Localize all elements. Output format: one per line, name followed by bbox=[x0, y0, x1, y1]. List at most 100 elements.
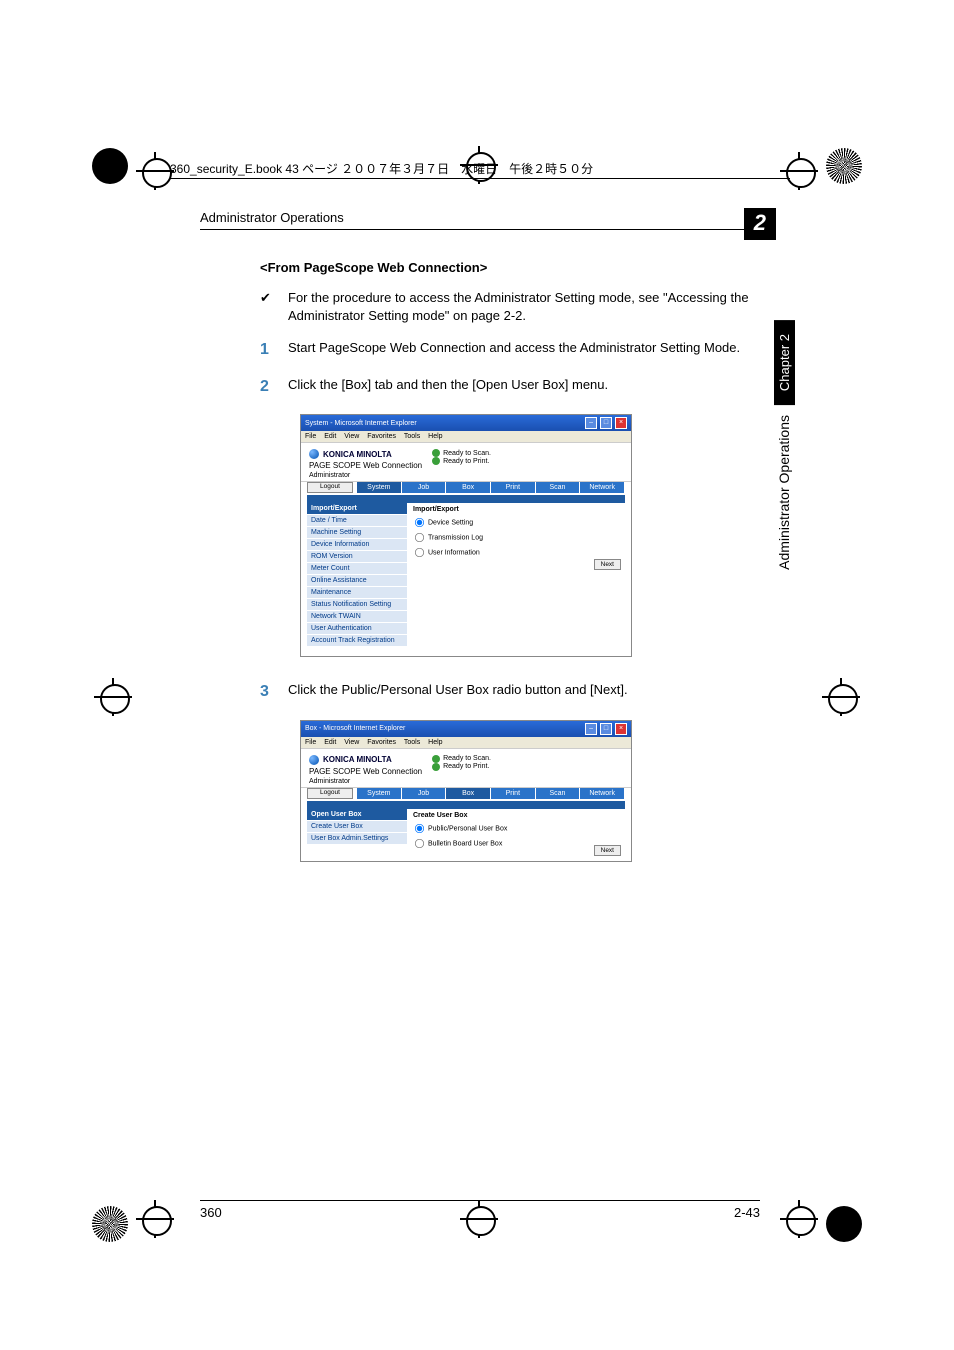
tab-print[interactable]: Print bbox=[491, 788, 536, 799]
menu-file[interactable]: File bbox=[305, 433, 316, 440]
reg-cross-tl bbox=[136, 152, 174, 190]
panel-title: Import/Export bbox=[411, 503, 625, 515]
reg-cross-tr bbox=[780, 152, 818, 190]
menu-file[interactable]: File bbox=[305, 739, 316, 746]
menu-help[interactable]: Help bbox=[428, 739, 442, 746]
tab-box[interactable]: Box bbox=[446, 482, 491, 493]
content-panel: Create User Box Public/Personal User Box… bbox=[411, 809, 625, 851]
tab-system[interactable]: System bbox=[357, 482, 402, 493]
window-buttons: – □ × bbox=[584, 417, 627, 429]
radio-option[interactable]: Transmission Log bbox=[411, 530, 625, 545]
radio-option[interactable]: Public/Personal User Box bbox=[411, 821, 625, 836]
status-ok-icon bbox=[432, 755, 440, 763]
step-2-row: 2 Click the [Box] tab and then the [Open… bbox=[260, 376, 760, 398]
user-role: Administrator bbox=[309, 778, 422, 785]
step-number: 3 bbox=[260, 681, 288, 703]
menu-view[interactable]: View bbox=[344, 739, 359, 746]
sidebar-item[interactable]: Network TWAIN bbox=[307, 610, 407, 622]
tab-box[interactable]: Box bbox=[446, 788, 491, 799]
tab-print[interactable]: Print bbox=[491, 482, 536, 493]
sidebar-item[interactable]: Create User Box bbox=[307, 820, 407, 832]
book-header: 360_security_E.book 43 ページ ２００７年３月７日 水曜日… bbox=[170, 160, 593, 177]
tab-strip bbox=[307, 495, 625, 503]
tab-network[interactable]: Network bbox=[580, 788, 625, 799]
page-side-tab: Chapter 2 Administrator Operations bbox=[774, 320, 796, 570]
reg-cross-mr bbox=[822, 678, 860, 716]
tab-job[interactable]: Job bbox=[402, 788, 447, 799]
minimize-icon[interactable]: – bbox=[585, 723, 597, 735]
maximize-icon[interactable]: □ bbox=[600, 723, 612, 735]
sidebar-item[interactable]: ROM Version bbox=[307, 550, 407, 562]
menu-view[interactable]: View bbox=[344, 433, 359, 440]
side-tab-section: Administrator Operations bbox=[774, 415, 794, 570]
minimize-icon[interactable]: – bbox=[585, 417, 597, 429]
brand-header: KONICA MINOLTA PAGE SCOPE Web Connection… bbox=[301, 443, 631, 482]
next-button[interactable]: Next bbox=[594, 845, 621, 856]
section-title: Administrator Operations bbox=[200, 210, 760, 225]
window-buttons: – □ × bbox=[584, 723, 627, 735]
sidebar-item[interactable]: User Authentication bbox=[307, 622, 407, 634]
sidebar-item[interactable]: Account Track Registration bbox=[307, 634, 407, 646]
subsection-heading: <From PageScope Web Connection> bbox=[260, 260, 760, 275]
sidebar: Open User Box Create User Box User Box A… bbox=[307, 809, 407, 851]
sidebar-item[interactable]: Meter Count bbox=[307, 562, 407, 574]
step-text: Click the [Box] tab and then the [Open U… bbox=[288, 376, 760, 398]
step-text: Click the Public/Personal User Box radio… bbox=[288, 681, 760, 703]
tab-system[interactable]: System bbox=[357, 788, 402, 799]
header-rule bbox=[170, 178, 790, 179]
next-button[interactable]: Next bbox=[594, 559, 621, 570]
footer-right: 2-43 bbox=[734, 1205, 760, 1220]
menu-help[interactable]: Help bbox=[428, 433, 442, 440]
tab-strip bbox=[307, 801, 625, 809]
sidebar-item[interactable]: Maintenance bbox=[307, 586, 407, 598]
step-3-row: 3 Click the Public/Personal User Box rad… bbox=[260, 681, 760, 703]
sidebar: Import/Export Date / Time Machine Settin… bbox=[307, 503, 407, 646]
window-title: Box - Microsoft Internet Explorer bbox=[305, 725, 405, 732]
close-icon[interactable]: × bbox=[615, 417, 627, 429]
sidebar-item[interactable]: Online Assistance bbox=[307, 574, 407, 586]
menu-edit[interactable]: Edit bbox=[324, 433, 336, 440]
konica-logo: KONICA MINOLTA bbox=[309, 755, 422, 765]
note-row: ✔ For the procedure to access the Admini… bbox=[260, 289, 760, 325]
menu-favorites[interactable]: Favorites bbox=[367, 433, 396, 440]
side-tab-chapter: Chapter 2 bbox=[774, 320, 795, 405]
sidebar-item[interactable]: Date / Time bbox=[307, 514, 407, 526]
footer-left: 360 bbox=[200, 1205, 222, 1220]
sidebar-item[interactable]: Machine Setting bbox=[307, 526, 407, 538]
logout-button[interactable]: Logout bbox=[307, 482, 353, 493]
ie-menubar: File Edit View Favorites Tools Help bbox=[301, 737, 631, 749]
tab-scan[interactable]: Scan bbox=[536, 788, 581, 799]
device-status: Ready to Scan. Ready to Print. bbox=[432, 449, 491, 465]
menu-edit[interactable]: Edit bbox=[324, 739, 336, 746]
tab-scan[interactable]: Scan bbox=[536, 482, 581, 493]
main-tabs: Logout System Job Box Print Scan Network bbox=[301, 788, 631, 799]
step-number: 2 bbox=[260, 376, 288, 398]
tab-job[interactable]: Job bbox=[402, 482, 447, 493]
radio-option[interactable]: User Information bbox=[411, 545, 625, 560]
step-text: Start PageScope Web Connection and acces… bbox=[288, 339, 760, 361]
menu-tools[interactable]: Tools bbox=[404, 433, 420, 440]
panel-title: Create User Box bbox=[411, 809, 625, 821]
radio-option[interactable]: Device Setting bbox=[411, 515, 625, 530]
window-titlebar: Box - Microsoft Internet Explorer – □ × bbox=[301, 721, 631, 737]
window-title: System - Microsoft Internet Explorer bbox=[305, 420, 417, 427]
section-underline bbox=[200, 229, 760, 230]
note-text: For the procedure to access the Administ… bbox=[288, 289, 760, 325]
status-ok-icon bbox=[432, 763, 440, 771]
sidebar-head[interactable]: Import/Export bbox=[307, 503, 407, 514]
logout-button[interactable]: Logout bbox=[307, 788, 353, 799]
ie-menubar: File Edit View Favorites Tools Help bbox=[301, 431, 631, 443]
sidebar-item[interactable]: Device Information bbox=[307, 538, 407, 550]
sidebar-item-open[interactable]: Open User Box bbox=[307, 809, 407, 820]
page-footer: 360 2-43 bbox=[200, 1200, 760, 1220]
brand-header: KONICA MINOLTA PAGE SCOPE Web Connection… bbox=[301, 749, 631, 788]
window-titlebar: System - Microsoft Internet Explorer – □… bbox=[301, 415, 631, 431]
menu-tools[interactable]: Tools bbox=[404, 739, 420, 746]
status-ok-icon bbox=[432, 449, 440, 457]
sidebar-item[interactable]: Status Notification Setting bbox=[307, 598, 407, 610]
close-icon[interactable]: × bbox=[615, 723, 627, 735]
maximize-icon[interactable]: □ bbox=[600, 417, 612, 429]
menu-favorites[interactable]: Favorites bbox=[367, 739, 396, 746]
tab-network[interactable]: Network bbox=[580, 482, 625, 493]
sidebar-item[interactable]: User Box Admin.Settings bbox=[307, 832, 407, 844]
